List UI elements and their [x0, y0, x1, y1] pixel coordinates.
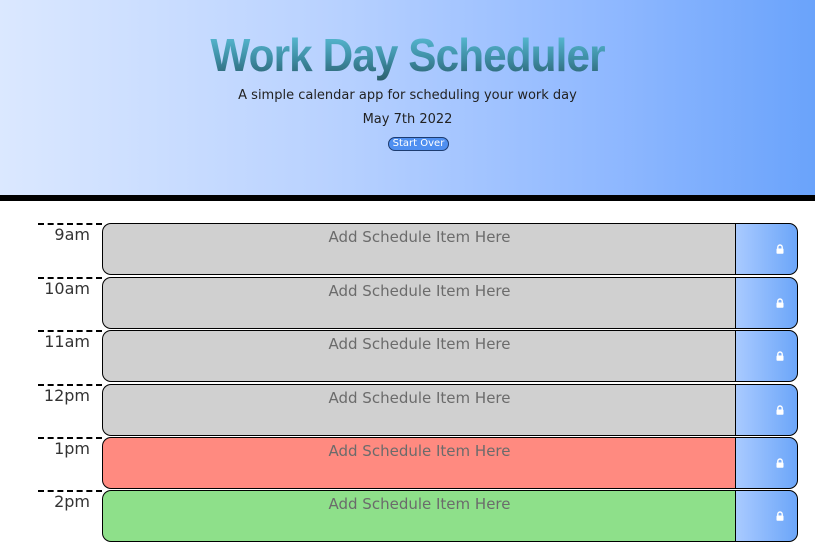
- time-block-row: 2pm: [38, 490, 798, 543]
- hour-label: 11am: [38, 330, 102, 383]
- hour-label: 12pm: [38, 384, 102, 437]
- time-block-row: 9am: [38, 223, 798, 276]
- page-subtitle: A simple calendar app for scheduling you…: [238, 88, 577, 103]
- save-button[interactable]: [735, 277, 798, 329]
- save-button[interactable]: [735, 330, 798, 382]
- time-block-row: 1pm: [38, 437, 798, 490]
- schedule-item-input[interactable]: [102, 223, 736, 275]
- header-jumbotron: Work Day Scheduler A simple calendar app…: [0, 0, 815, 201]
- schedule-item-input[interactable]: [102, 384, 736, 436]
- hour-label: 9am: [38, 223, 102, 276]
- time-block-row: 11am: [38, 330, 798, 383]
- save-button[interactable]: [735, 490, 798, 542]
- lock-icon: [776, 511, 784, 521]
- page-title: Work Day Scheduler: [33, 28, 783, 82]
- schedule-item-input[interactable]: [102, 277, 736, 329]
- lock-icon: [776, 405, 784, 415]
- hour-label: 10am: [38, 277, 102, 330]
- save-button[interactable]: [735, 384, 798, 436]
- current-date: May 7th 2022: [362, 112, 453, 127]
- lock-icon: [776, 244, 784, 254]
- save-button[interactable]: [735, 437, 798, 489]
- lock-icon: [776, 351, 784, 361]
- time-block-row: 12pm: [38, 384, 798, 437]
- schedule-item-input[interactable]: [102, 490, 736, 542]
- hour-label: 1pm: [38, 437, 102, 490]
- save-button[interactable]: [735, 223, 798, 275]
- start-over-button[interactable]: Start Over: [388, 137, 449, 151]
- schedule-item-input[interactable]: [102, 330, 736, 382]
- lock-icon: [776, 298, 784, 308]
- lock-icon: [776, 458, 784, 468]
- time-block-row: 10am: [38, 277, 798, 330]
- hour-label: 2pm: [38, 490, 102, 543]
- schedule-item-input[interactable]: [102, 437, 736, 489]
